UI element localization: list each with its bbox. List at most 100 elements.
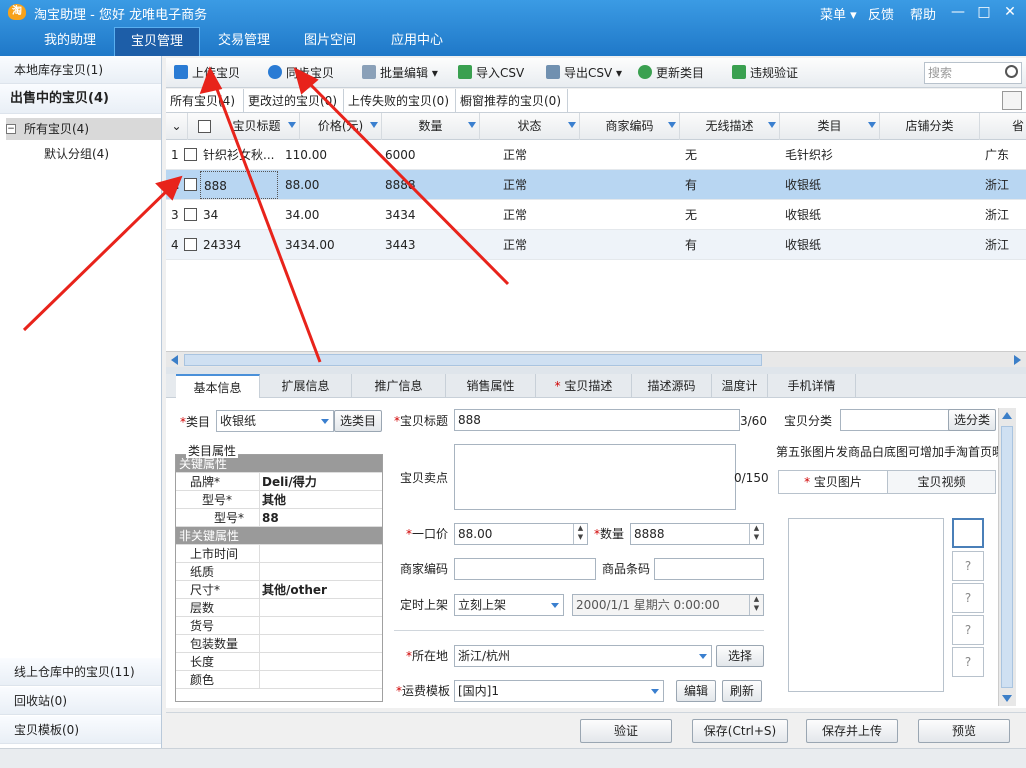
header-qty[interactable]: 数量 [382,113,480,140]
subtab-changed[interactable]: 更改过的宝贝(0) [244,89,344,113]
sidebar-item-recycle[interactable]: 回收站(0) [0,687,161,715]
sidebar-item-templates[interactable]: 宝贝模板(0) [0,716,161,744]
thumbnail-slot-1[interactable] [952,518,984,548]
thumbnail-slot-3[interactable]: ? [952,583,984,613]
upload-button[interactable]: 上传宝贝 [174,64,240,84]
filter-icon[interactable] [568,122,576,128]
sidebar-item-onsale[interactable]: 出售中的宝贝(4) [0,84,161,114]
tab-description[interactable]: * 宝贝描述 [536,374,632,398]
table-row[interactable]: 4 24334 3434.00 3443 正常 有 收银纸 浙江 [166,230,1026,260]
table-row[interactable]: 2 888 88.00 8888 正常 有 收银纸 浙江 [166,170,1026,200]
attr-pack[interactable]: 包装数量 [176,635,382,653]
merchant-code-input[interactable] [454,558,596,580]
tab-trade-management[interactable]: 交易管理 [202,27,286,56]
header-price[interactable]: 价格(元) [300,113,382,140]
edit-template-button[interactable]: 编辑 [676,680,716,702]
table-row[interactable]: 1 针织衫女秋... 110.00 6000 正常 无 毛针织衫 广东 [166,140,1026,170]
filter-icon[interactable] [468,122,476,128]
tab-app-center[interactable]: 应用中心 [374,27,460,56]
horizontal-scrollbar[interactable] [166,351,1026,367]
scroll-down-icon[interactable] [1002,695,1012,702]
header-wireless[interactable]: 无线描述 [680,113,780,140]
export-csv-button[interactable]: 导出CSV ▾ [546,64,622,84]
subtab-all[interactable]: 所有宝贝(4) [166,89,244,113]
row-checkbox[interactable] [184,208,197,221]
tab-sales-attrs[interactable]: 销售属性 [446,374,536,398]
violation-check-button[interactable]: 违规验证 [732,64,798,84]
collapse-icon[interactable]: − [6,124,16,134]
tab-item-images[interactable]: * 宝贝图片 [779,471,887,493]
attr-length[interactable]: 长度 [176,653,382,671]
tree-item-default-group[interactable]: 默认分组(4) [44,144,109,164]
barcode-input[interactable] [654,558,764,580]
qty-input[interactable]: 8888 ▲ ▼ [630,523,764,545]
schedule-time-input[interactable]: 2000/1/1 星期六 0:00:00 ▲ ▼ [572,594,764,616]
filter-icon[interactable] [768,122,776,128]
attr-size[interactable]: 尺寸* 其他/other [176,581,382,599]
update-category-button[interactable]: 更新类目 [638,64,704,84]
sync-button[interactable]: 同步宝贝 [268,64,334,84]
tab-promotion-info[interactable]: 推广信息 [352,374,446,398]
feedback-link[interactable]: 反馈 [868,4,894,23]
time-stepper-icon[interactable]: ▲ ▼ [749,595,763,615]
price-stepper-icon[interactable]: ▲ ▼ [573,524,587,544]
help-link[interactable]: 帮助 [910,4,936,23]
save-and-upload-button[interactable]: 保存并上传 [806,719,898,743]
subtab-recommended[interactable]: 橱窗推荐的宝贝(0) [456,89,568,113]
scroll-up-icon[interactable] [1002,412,1012,419]
subtab-failed[interactable]: 上传失败的宝贝(0) [344,89,456,113]
main-image-preview[interactable] [788,518,944,692]
tab-item-video[interactable]: 宝贝视频 [887,471,995,493]
import-csv-button[interactable]: 导入CSV [458,64,524,84]
row-checkbox[interactable] [184,238,197,251]
tab-mobile-detail[interactable]: 手机详情 [768,374,856,398]
row-checkbox[interactable] [184,148,197,161]
panel-splitter[interactable] [166,367,1026,374]
tab-image-space[interactable]: 图片空间 [288,27,372,56]
attr-paper[interactable]: 纸质 [176,563,382,581]
category-select[interactable]: 收银纸 [216,410,334,432]
shop-category-input[interactable] [840,409,950,431]
tab-basic-info[interactable]: 基本信息 [176,374,260,398]
scroll-thumb[interactable] [184,354,762,366]
preview-button[interactable]: 预览 [918,719,1010,743]
choose-shop-category-button[interactable]: 选分类 [948,409,996,431]
scroll-left-icon[interactable] [171,355,178,365]
attr-model2[interactable]: 型号* 88 [176,509,382,527]
selling-point-textarea[interactable] [454,444,736,510]
tab-extended-info[interactable]: 扩展信息 [260,374,352,398]
tab-item-management[interactable]: 宝贝管理 [114,27,200,56]
filter-icon[interactable] [668,122,676,128]
filter-icon[interactable] [868,122,876,128]
filter-icon[interactable] [370,122,378,128]
search-input[interactable]: 搜索 [924,62,1022,84]
verify-button[interactable]: 验证 [580,719,672,743]
maximize-icon[interactable]: □ [970,2,998,22]
table-row[interactable]: 3 34 34.00 3434 正常 无 收银纸 浙江 [166,200,1026,230]
attr-model[interactable]: 型号* 其他 [176,491,382,509]
thumbnail-slot-2[interactable]: ? [952,551,984,581]
title-input[interactable]: 888 [454,409,740,431]
choose-category-button[interactable]: 选类目 [334,410,382,432]
scroll-thumb[interactable] [1001,426,1013,688]
menu-button[interactable]: 菜单 ▾ [820,4,857,23]
attr-launch[interactable]: 上市时间 [176,545,382,563]
search-icon[interactable] [1005,65,1018,78]
tab-my-assistant[interactable]: 我的助理 [28,27,112,56]
header-sort[interactable]: ⌄ [166,113,188,140]
attr-brand[interactable]: 品牌* Deli/得力 [176,473,382,491]
tab-description-source[interactable]: 描述源码 [632,374,712,398]
tab-thermometer[interactable]: 温度计 [712,374,768,398]
header-status[interactable]: 状态 [480,113,580,140]
attr-color[interactable]: 颜色 [176,671,382,689]
price-input[interactable]: 88.00 ▲ ▼ [454,523,588,545]
qty-stepper-icon[interactable]: ▲ ▼ [749,524,763,544]
thumbnail-slot-4[interactable]: ? [952,615,984,645]
header-code[interactable]: 商家编码 [580,113,680,140]
minimize-icon[interactable]: — [944,2,972,22]
vertical-scrollbar[interactable] [998,408,1016,706]
row-checkbox[interactable] [184,178,197,191]
tree-item-all[interactable]: − 所有宝贝(4) [6,118,161,140]
header-shopcat[interactable]: 店铺分类 [880,113,980,140]
batch-edit-button[interactable]: 批量编辑 ▾ [362,64,438,84]
